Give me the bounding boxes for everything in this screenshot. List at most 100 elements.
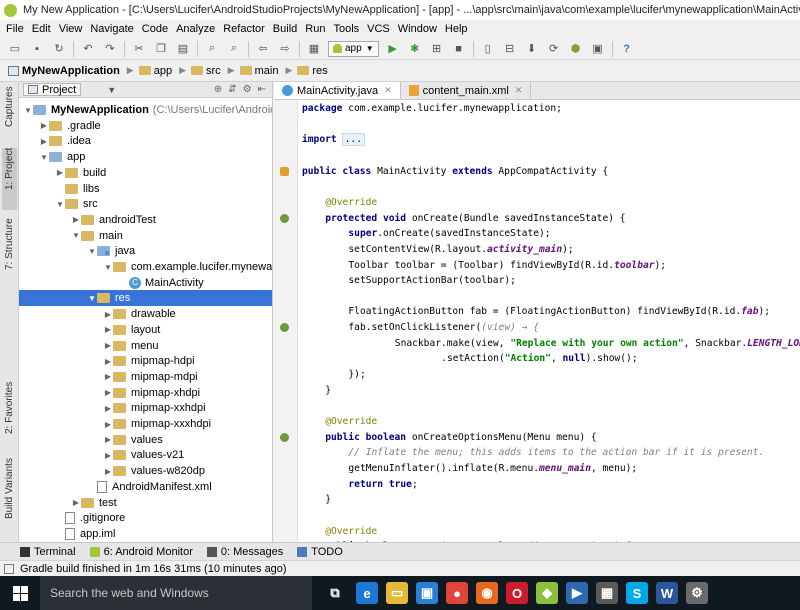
tab-favorites[interactable]: 2: Favorites xyxy=(2,382,17,448)
chevron-right-icon[interactable]: ▶ xyxy=(55,168,65,177)
file-row[interactable]: AndroidManifest.xml xyxy=(19,479,272,495)
tree-node[interactable]: ▶ mipmap-xxxhdpi xyxy=(19,416,272,432)
bottom-tab[interactable]: Terminal xyxy=(20,546,76,558)
file-row[interactable]: .gitignore xyxy=(19,510,272,526)
android-device-monitor-icon[interactable]: ⬢ xyxy=(568,41,584,57)
menu-edit[interactable]: Edit xyxy=(28,23,55,35)
tree-node[interactable]: ▶ .idea xyxy=(19,133,272,149)
tree-node[interactable]: ▼ main xyxy=(19,228,272,244)
tree-node[interactable]: ▶ drawable xyxy=(19,306,272,322)
override-marker-icon[interactable] xyxy=(280,213,289,223)
replace-icon[interactable]: ⌕ xyxy=(226,41,242,57)
override-marker-icon[interactable] xyxy=(280,432,289,442)
attach-debugger-icon[interactable]: ⊞ xyxy=(429,41,445,57)
tree-node[interactable]: ▶ values-w820dp xyxy=(19,463,272,479)
chevron-down-icon[interactable]: ▼ xyxy=(103,263,113,272)
redo-icon[interactable]: ↷ xyxy=(102,41,118,57)
tab-build-variants[interactable]: Build Variants xyxy=(2,458,17,536)
breadcrumb-item[interactable]: main xyxy=(236,63,283,79)
close-icon[interactable]: ✕ xyxy=(384,85,392,96)
tree-node[interactable]: ▶ menu xyxy=(19,338,272,354)
edge-icon[interactable]: e xyxy=(356,582,378,604)
stop-icon[interactable]: ■ xyxy=(451,41,467,57)
chevron-down-icon[interactable]: ▼ xyxy=(87,294,97,303)
code-editor[interactable]: package com.example.lucifer.mynewapplica… xyxy=(274,100,800,542)
settings-icon[interactable]: ⚙ xyxy=(686,582,708,604)
folded-imports[interactable]: ... xyxy=(341,133,365,147)
tree-node[interactable]: C MainActivity xyxy=(19,275,272,291)
paste-icon[interactable]: ▤ xyxy=(175,41,191,57)
chrome-icon[interactable]: ● xyxy=(446,582,468,604)
undo-icon[interactable]: ↶ xyxy=(80,41,96,57)
skype-icon[interactable]: S xyxy=(626,582,648,604)
tree-node[interactable]: ▶ androidTest xyxy=(19,212,272,228)
hide-panel-icon[interactable]: ⇤ xyxy=(258,84,266,95)
chevron-right-icon[interactable]: ▶ xyxy=(103,435,113,444)
chevron-right-icon[interactable]: ▶ xyxy=(103,341,113,350)
override-marker-icon[interactable] xyxy=(280,323,289,333)
tab-project[interactable]: 1: Project xyxy=(2,148,17,210)
bottom-tab[interactable]: TODO xyxy=(297,546,343,558)
open-folder-icon[interactable]: ▭ xyxy=(7,41,23,57)
store-icon[interactable]: ▣ xyxy=(416,582,438,604)
chevron-right-icon[interactable]: ▶ xyxy=(103,310,113,319)
chevron-right-icon[interactable]: ▶ xyxy=(103,372,113,381)
breadcrumb-item[interactable]: res xyxy=(293,63,331,79)
task-view-icon[interactable]: ⧉ xyxy=(321,579,349,607)
close-icon[interactable]: ✕ xyxy=(515,85,523,96)
firefox-icon[interactable]: ◉ xyxy=(476,582,498,604)
tree-node[interactable]: ▼ app xyxy=(19,149,272,165)
debug-icon[interactable]: ✱ xyxy=(407,41,423,57)
breadcrumb-item[interactable]: app xyxy=(135,63,176,79)
cut-icon[interactable]: ✂ xyxy=(131,41,147,57)
tree-node[interactable]: ▶ .gradle xyxy=(19,118,272,134)
tree-node[interactable]: ▼ src xyxy=(19,196,272,212)
menu-vcs[interactable]: VCS xyxy=(363,23,394,35)
tree-node[interactable]: ▼ com.example.lucifer.mynewappl xyxy=(19,259,272,275)
copy-icon[interactable]: ❐ xyxy=(153,41,169,57)
chevron-right-icon[interactable]: ▶ xyxy=(103,325,113,334)
tree-node[interactable]: ▶ mipmap-xxhdpi xyxy=(19,400,272,416)
menu-refactor[interactable]: Refactor xyxy=(219,23,269,35)
save-icon[interactable]: ▪ xyxy=(29,41,45,57)
chevron-right-icon[interactable]: ▶ xyxy=(39,121,49,130)
tree-node[interactable]: ▶ values xyxy=(19,432,272,448)
start-button[interactable] xyxy=(0,576,40,610)
tree-node[interactable]: ▶ mipmap-mdpi xyxy=(19,369,272,385)
tree-node[interactable]: libs xyxy=(19,181,272,197)
run-config-select[interactable]: app ▼ xyxy=(328,40,379,57)
chevron-down-icon[interactable]: ▼ xyxy=(55,200,65,209)
chevron-down-icon[interactable]: ▼ xyxy=(23,106,33,115)
tree-node[interactable]: ▶ mipmap-hdpi xyxy=(19,353,272,369)
menu-run[interactable]: Run xyxy=(301,23,329,35)
chevron-right-icon[interactable]: ▶ xyxy=(103,467,113,476)
word-icon[interactable]: W xyxy=(656,582,678,604)
tab-captures[interactable]: Captures xyxy=(2,86,17,138)
chevron-down-icon[interactable]: ▼ xyxy=(71,231,81,240)
gradle-sync-icon[interactable]: ⟳ xyxy=(546,41,562,57)
chevron-right-icon[interactable]: ▶ xyxy=(103,451,113,460)
scroll-from-source-icon[interactable]: ⊕ xyxy=(214,84,222,95)
gear-icon[interactable]: ⚙ xyxy=(243,84,252,95)
chevron-right-icon[interactable]: ▶ xyxy=(103,404,113,413)
sdk-manager-icon[interactable]: ⬇ xyxy=(524,41,540,57)
chevron-right-icon[interactable]: ▶ xyxy=(71,215,81,224)
menu-help[interactable]: Help xyxy=(441,23,472,35)
tree-node[interactable]: ▶ mipmap-xhdpi xyxy=(19,385,272,401)
menu-window[interactable]: Window xyxy=(394,23,441,35)
breadcrumb-item[interactable]: MyNewApplication xyxy=(4,63,124,79)
chevron-right-icon[interactable]: ▶ xyxy=(103,420,113,429)
toggle-tool-windows-icon[interactable] xyxy=(4,563,14,574)
avd-manager-icon[interactable]: ▯ xyxy=(480,41,496,57)
tree-node[interactable]: ▼ res xyxy=(19,290,272,307)
tree-node[interactable]: ▶ layout xyxy=(19,322,272,338)
chevron-right-icon[interactable]: ▶ xyxy=(103,388,113,397)
class-marker-icon[interactable] xyxy=(280,166,289,176)
collapse-all-icon[interactable]: ⇵ xyxy=(228,84,236,95)
chevron-right-icon[interactable]: ▶ xyxy=(103,357,113,366)
tree-node[interactable]: ▶ values-v21 xyxy=(19,447,272,463)
project-view-select[interactable]: Project xyxy=(23,83,82,96)
menu-tools[interactable]: Tools xyxy=(329,23,363,35)
run-icon[interactable]: ▶ xyxy=(385,41,401,57)
editor-tab[interactable]: MainActivity.java ✕ xyxy=(274,82,401,99)
